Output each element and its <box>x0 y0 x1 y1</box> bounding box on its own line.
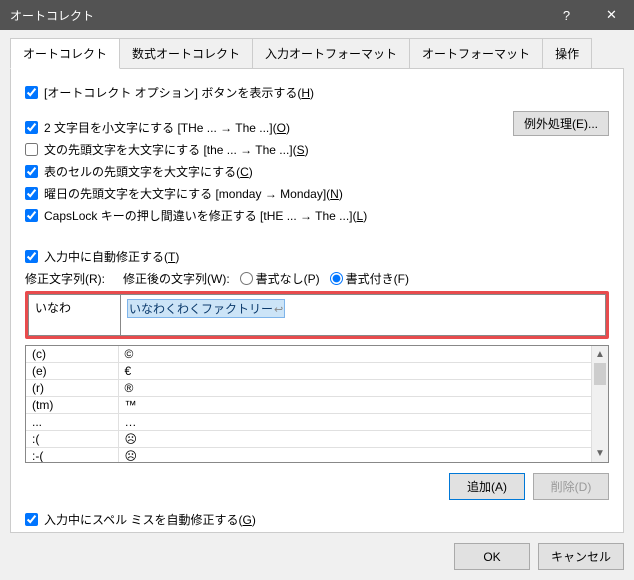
list-item[interactable]: ...… <box>26 414 591 431</box>
replace-input[interactable]: いなわ <box>29 295 121 335</box>
spell-checkbox[interactable] <box>25 513 38 526</box>
tab-row: オートコレクト 数式オートコレクト 入力オートフォーマット オートフォーマット … <box>10 38 624 69</box>
scroll-down-icon[interactable]: ▼ <box>592 445 608 462</box>
with-input-selection: いなわくわくファクトリー <box>127 299 285 318</box>
day-label: 曜日の先頭文字を大文字にする [monday → Monday](N) <box>44 185 343 202</box>
tab-math-autocorrect[interactable]: 数式オートコレクト <box>119 38 253 69</box>
dialog-body: オートコレクト 数式オートコレクト 入力オートフォーマット オートフォーマット … <box>0 30 634 580</box>
spell-label: 入力中にスペル ミスを自動修正する(G) <box>44 511 256 528</box>
cancel-button[interactable]: キャンセル <box>538 543 624 570</box>
ok-button[interactable]: OK <box>454 543 530 570</box>
scroll-thumb[interactable] <box>594 363 606 385</box>
scrollbar[interactable]: ▲ ▼ <box>591 346 608 462</box>
replace-list[interactable]: (c)©(e)€(r)®(tm)™...…:(☹:-(☹ ▲ ▼ <box>25 345 609 463</box>
scroll-up-icon[interactable]: ▲ <box>592 346 608 363</box>
list-item[interactable]: (c)© <box>26 346 591 363</box>
titlebar: オートコレクト ? ✕ <box>0 0 634 30</box>
sent-checkbox[interactable] <box>25 143 38 156</box>
replace-label: 入力中に自動修正する(T) <box>44 248 179 265</box>
add-button[interactable]: 追加(A) <box>449 473 525 500</box>
cap2-checkbox[interactable] <box>25 121 38 134</box>
highlight-frame: いなわ いなわくわくファクトリー <box>25 291 609 339</box>
replace-checkbox[interactable] <box>25 250 38 263</box>
tblcell-label: 表のセルの先頭文字を大文字にする(C) <box>44 163 253 180</box>
tblcell-checkbox[interactable] <box>25 165 38 178</box>
tab-autoformat-typing[interactable]: 入力オートフォーマット <box>252 38 410 69</box>
list-item[interactable]: (r)® <box>26 380 591 397</box>
tab-autoformat[interactable]: オートフォーマット <box>409 38 543 69</box>
list-item[interactable]: :(☹ <box>26 431 591 448</box>
replace-header-row: 修正文字列(R): 修正後の文字列(W): 書式なし(P) 書式付き(F) <box>25 270 609 287</box>
radio-plain[interactable]: 書式なし(P) <box>240 270 320 287</box>
list-item[interactable]: (e)€ <box>26 363 591 380</box>
with-col-label: 修正後の文字列(W): <box>123 270 230 287</box>
show-btn-label: [オートコレクト オプション] ボタンを表示する(H) <box>44 84 314 101</box>
show-btn-checkbox[interactable] <box>25 86 38 99</box>
caps-label: CapsLock キーの押し間違いを修正する [tHE ... → The ..… <box>44 207 367 224</box>
tab-panel: [オートコレクト オプション] ボタンを表示する(H) 2 文字目を小文字にする… <box>10 68 624 533</box>
with-input[interactable]: いなわくわくファクトリー <box>121 295 605 335</box>
tab-autocorrect[interactable]: オートコレクト <box>10 38 120 69</box>
sent-label: 文の先頭文字を大文字にする [the ... → The ...](S) <box>44 141 309 158</box>
tab-actions[interactable]: 操作 <box>542 38 592 69</box>
radio-formatted[interactable]: 書式付き(F) <box>330 270 409 287</box>
help-button[interactable]: ? <box>544 0 589 30</box>
caps-checkbox[interactable] <box>25 209 38 222</box>
day-checkbox[interactable] <box>25 187 38 200</box>
cap2-label: 2 文字目を小文字にする [THe ... → The ...](O) <box>44 119 290 136</box>
close-button[interactable]: ✕ <box>589 0 634 30</box>
list-item[interactable]: (tm)™ <box>26 397 591 414</box>
replace-col-label: 修正文字列(R): <box>25 270 117 287</box>
delete-button[interactable]: 削除(D) <box>533 473 609 500</box>
dialog-title: オートコレクト <box>10 7 544 24</box>
exceptions-button[interactable]: 例外処理(E)... <box>513 111 609 136</box>
list-item[interactable]: :-(☹ <box>26 448 591 463</box>
